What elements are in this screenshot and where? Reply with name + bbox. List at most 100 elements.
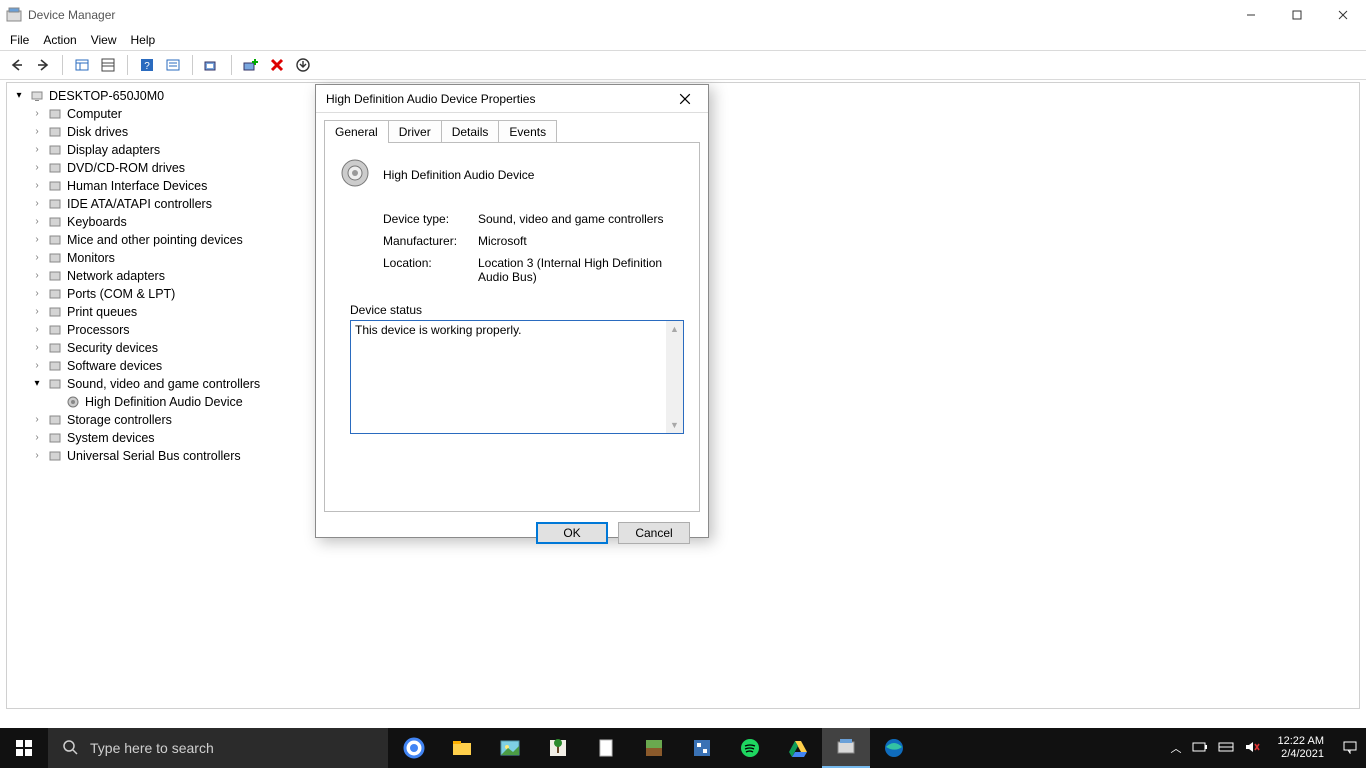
tray-overflow-icon[interactable]: ︿	[1171, 740, 1182, 756]
tree-root-label: DESKTOP-650J0M0	[49, 87, 164, 105]
taskbar-app-tree[interactable]	[544, 737, 572, 759]
tree-category-label: Disk drives	[67, 123, 128, 141]
taskbar-app-explorer[interactable]	[448, 737, 476, 759]
tray-clock[interactable]: 12:22 AM 2/4/2021	[1270, 735, 1332, 761]
close-button[interactable]	[1320, 0, 1366, 30]
label-location: Location:	[383, 256, 478, 284]
chevron-right-icon[interactable]: ›	[31, 177, 43, 195]
taskbar-search[interactable]: Type here to search	[48, 728, 388, 768]
tree-category-label: Human Interface Devices	[67, 177, 207, 195]
tree-category-label: Sound, video and game controllers	[67, 375, 260, 393]
taskbar-app-chrome[interactable]	[400, 737, 428, 759]
chevron-right-icon[interactable]: ›	[31, 357, 43, 375]
chevron-down-icon[interactable]: ▾	[13, 87, 25, 105]
uninstall-device-button[interactable]	[266, 54, 288, 76]
tab-driver[interactable]: Driver	[388, 120, 442, 143]
chevron-right-icon[interactable]: ›	[31, 321, 43, 339]
help-button[interactable]: ?	[136, 54, 158, 76]
speaker-icon	[65, 395, 81, 409]
chevron-right-icon[interactable]: ›	[31, 429, 43, 447]
tab-general[interactable]: General	[324, 120, 389, 143]
chevron-right-icon[interactable]: ›	[31, 105, 43, 123]
tab-details[interactable]: Details	[441, 120, 500, 143]
device-status-text: This device is working properly.	[351, 321, 683, 339]
taskbar-app-document[interactable]	[592, 737, 620, 759]
taskbar-app-device-manager[interactable]	[822, 728, 870, 768]
taskbar-app-spotify[interactable]	[736, 737, 764, 759]
chevron-right-icon[interactable]: ›	[31, 123, 43, 141]
tree-category-label: Universal Serial Bus controllers	[67, 447, 241, 465]
device-category-icon	[47, 413, 63, 427]
client-area: ▾ DESKTOP-650J0M0 ›Computer›Disk drives›…	[0, 80, 1366, 728]
tray-wifi-icon[interactable]	[1218, 740, 1234, 757]
minimize-button[interactable]	[1228, 0, 1274, 30]
value-device-type: Sound, video and game controllers	[478, 212, 685, 226]
tree-category-label: Mice and other pointing devices	[67, 231, 243, 249]
taskbar-app-edge[interactable]	[880, 737, 908, 759]
taskbar-app-settings[interactable]	[688, 737, 716, 759]
tree-category-label: DVD/CD-ROM drives	[67, 159, 185, 177]
chevron-right-icon[interactable]: ›	[31, 249, 43, 267]
status-scrollbar[interactable]: ▲ ▼	[666, 321, 683, 433]
forward-button[interactable]	[32, 54, 54, 76]
tree-category-label: Monitors	[67, 249, 115, 267]
properties-button[interactable]	[97, 54, 119, 76]
add-legacy-hardware-button[interactable]	[240, 54, 262, 76]
menu-action[interactable]: Action	[43, 33, 76, 47]
back-button[interactable]	[6, 54, 28, 76]
taskbar-app-gallery[interactable]	[496, 737, 524, 759]
tree-category-label: Display adapters	[67, 141, 160, 159]
window-title: Device Manager	[28, 8, 115, 22]
tray-notifications-icon[interactable]	[1342, 740, 1358, 757]
device-category-icon	[47, 359, 63, 373]
tray-volume-icon[interactable]	[1244, 740, 1260, 757]
chevron-right-icon[interactable]: ›	[31, 231, 43, 249]
tray-time: 12:22 AM	[1278, 735, 1324, 748]
chevron-right-icon[interactable]: ›	[31, 195, 43, 213]
device-category-icon	[47, 215, 63, 229]
action-list-button[interactable]	[162, 54, 184, 76]
show-hide-tree-button[interactable]	[71, 54, 93, 76]
dialog-title: High Definition Audio Device Properties	[326, 92, 535, 106]
tree-category-label: Security devices	[67, 339, 158, 357]
update-driver-button[interactable]	[292, 54, 314, 76]
scan-hardware-button[interactable]	[201, 54, 223, 76]
taskbar-app-drive[interactable]	[784, 737, 812, 759]
maximize-button[interactable]	[1274, 0, 1320, 30]
device-category-icon	[47, 143, 63, 157]
device-category-icon	[47, 305, 63, 319]
tree-category-label: Ports (COM & LPT)	[67, 285, 175, 303]
menu-help[interactable]: Help	[131, 33, 156, 47]
tree-category-label: Software devices	[67, 357, 162, 375]
taskbar-app-minecraft[interactable]	[640, 737, 668, 759]
chevron-right-icon[interactable]: ›	[31, 447, 43, 465]
scroll-up-icon[interactable]: ▲	[670, 324, 679, 334]
chevron-right-icon[interactable]: ›	[31, 411, 43, 429]
tray-battery-icon[interactable]	[1192, 741, 1208, 756]
tab-body-general: High Definition Audio Device Device type…	[324, 142, 700, 512]
device-status-label: Device status	[348, 303, 424, 317]
chevron-right-icon[interactable]: ›	[31, 213, 43, 231]
chevron-right-icon[interactable]: ›	[31, 339, 43, 357]
tab-events[interactable]: Events	[498, 120, 557, 143]
cancel-button[interactable]: Cancel	[618, 522, 690, 544]
menu-file[interactable]: File	[10, 33, 29, 47]
chevron-right-icon[interactable]: ›	[31, 141, 43, 159]
chevron-right-icon[interactable]: ›	[31, 267, 43, 285]
dialog-close-button[interactable]	[672, 93, 698, 105]
chevron-down-icon[interactable]: ▾	[31, 375, 43, 393]
system-tray: ︿ 12:22 AM 2/4/2021	[1171, 735, 1366, 761]
device-category-icon	[47, 197, 63, 211]
search-placeholder: Type here to search	[90, 740, 214, 756]
chevron-right-icon[interactable]: ›	[31, 285, 43, 303]
start-button[interactable]	[0, 728, 48, 768]
chevron-right-icon[interactable]: ›	[31, 159, 43, 177]
label-device-type: Device type:	[383, 212, 478, 226]
value-manufacturer: Microsoft	[478, 234, 685, 248]
scroll-down-icon[interactable]: ▼	[670, 420, 679, 430]
menu-view[interactable]: View	[91, 33, 117, 47]
device-status-textarea[interactable]: This device is working properly. ▲ ▼	[350, 320, 684, 434]
chevron-right-icon[interactable]: ›	[31, 303, 43, 321]
dialog-title-bar[interactable]: High Definition Audio Device Properties	[316, 85, 708, 113]
ok-button[interactable]: OK	[536, 522, 608, 544]
